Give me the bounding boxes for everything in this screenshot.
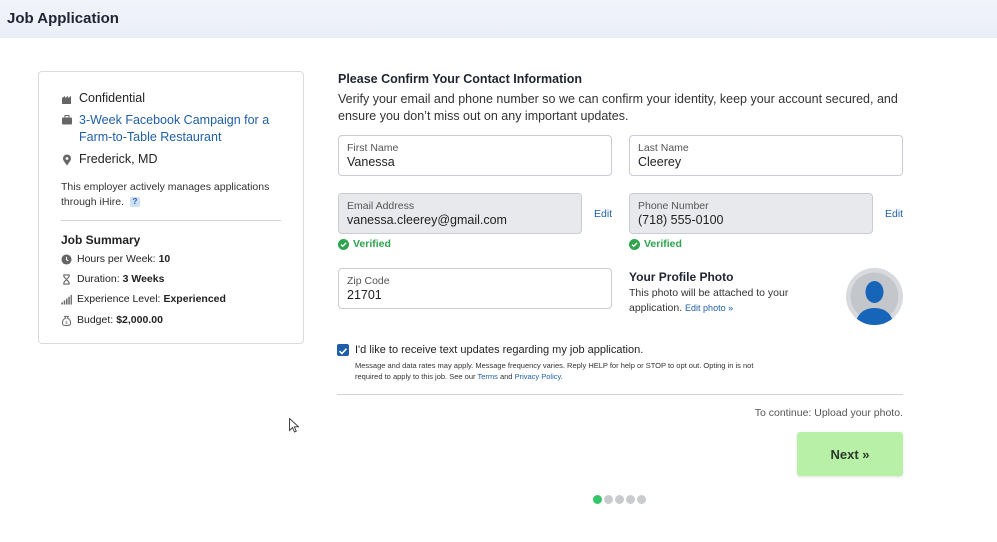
map-pin-icon [63,154,71,166]
summary-label: Duration: [77,273,120,285]
progress-dot [637,495,646,504]
summary-label: Experience Level: [77,293,161,305]
profile-photo-description: This photo will be attached to your appl… [629,286,829,316]
summary-value: 10 [158,253,171,265]
form-heading: Please Confirm Your Contact Information [338,72,583,86]
building-icon [62,96,71,104]
last-name-label: Last Name [638,142,689,154]
profile-photo-title: Your Profile Photo [629,270,734,284]
top-bar: Job Application [0,0,997,38]
email-verified-label: Verified [353,238,391,250]
summary-item-duration: Duration: 3 Weeks [61,273,164,285]
clock-icon [61,253,72,265]
email-value: vanessa.cleerey@gmail.com [347,213,507,227]
checkmark-icon [338,348,348,355]
edit-email-link[interactable]: Edit [594,208,612,220]
form-divider [337,394,903,395]
svg-text:$: $ [65,319,68,325]
signal-bars-icon [61,294,72,305]
form-intro: Verify your email and phone number so we… [338,92,898,123]
summary-item-hours: Hours per Week: 10 [61,253,170,265]
company-name: Confidential [79,91,146,105]
text-updates-fine-print: Message and data rates may apply. Messag… [355,360,755,382]
text-updates-checkbox[interactable] [337,344,349,356]
summary-label: Hours per Week: [77,253,156,265]
progress-dot [615,495,624,504]
progress-dots [593,495,648,504]
continue-note: To continue: Upload your photo. [754,407,903,419]
management-note: This employer actively manages applicati… [61,180,281,210]
zip-code-field[interactable]: Zip Code 21701 [338,268,612,309]
summary-value: 3 Weeks [122,273,165,285]
phone-verified-label: Verified [644,238,682,250]
job-title-row: 3-Week Facebook Campaign for a Farm-to-T… [61,112,271,146]
job-card: Confidential 3-Week Facebook Campaign fo… [38,71,304,344]
email-verified-status: Verified [338,238,391,250]
first-name-field[interactable]: First Name Vanessa [338,135,612,176]
fine-print-period: . [560,372,563,381]
company-row: Confidential [61,91,145,105]
email-field: Email Address vanessa.cleerey@gmail.com [338,193,582,234]
money-bag-icon: $ [61,315,72,326]
location-row: Frederick, MD [61,152,157,166]
text-updates-label[interactable]: I'd like to receive text updates regardi… [355,344,643,356]
job-title-link[interactable]: 3-Week Facebook Campaign for a Farm-to-T… [79,112,271,146]
page-title: Job Application [7,10,119,27]
zip-code-label: Zip Code [347,275,390,287]
last-name-field[interactable]: Last Name Cleerey [629,135,903,176]
card-divider [61,220,281,221]
zip-code-value[interactable]: 21701 [347,288,603,302]
email-label: Email Address [347,200,415,212]
check-circle-icon [338,238,349,250]
progress-dot [593,495,602,504]
job-location: Frederick, MD [79,152,158,166]
next-button[interactable]: Next » [797,432,903,476]
management-note-text: This employer actively manages applicati… [61,181,270,208]
privacy-policy-link[interactable]: Privacy Policy [515,372,561,381]
mouse-cursor-icon [289,418,299,433]
summary-value: Experienced [163,293,226,305]
help-icon[interactable]: ? [129,197,140,208]
phone-field: Phone Number (718) 555-0100 [629,193,873,234]
edit-photo-link[interactable]: Edit photo » [685,303,733,313]
progress-dot [604,495,613,504]
phone-verified-status: Verified [629,238,682,250]
edit-phone-link[interactable]: Edit [885,208,903,220]
check-circle-icon [629,238,640,250]
briefcase-icon [62,115,72,125]
fine-print-and: and [499,372,513,381]
first-name-value[interactable]: Vanessa [347,155,603,169]
summary-value: $2,000.00 [116,314,163,326]
phone-value: (718) 555-0100 [638,213,724,227]
hourglass-icon [63,273,70,285]
progress-dot [626,495,635,504]
summary-item-budget: $ Budget: $2,000.00 [61,314,163,326]
last-name-value[interactable]: Cleerey [638,155,894,169]
profile-photo-avatar[interactable] [846,268,903,325]
summary-item-experience: Experience Level: Experienced [61,293,226,305]
summary-label: Budget: [77,314,114,326]
first-name-label: First Name [347,142,399,154]
job-summary-title: Job Summary [61,233,141,247]
phone-label: Phone Number [638,200,709,212]
terms-link[interactable]: Terms [477,372,497,381]
user-silhouette-icon [846,268,903,325]
